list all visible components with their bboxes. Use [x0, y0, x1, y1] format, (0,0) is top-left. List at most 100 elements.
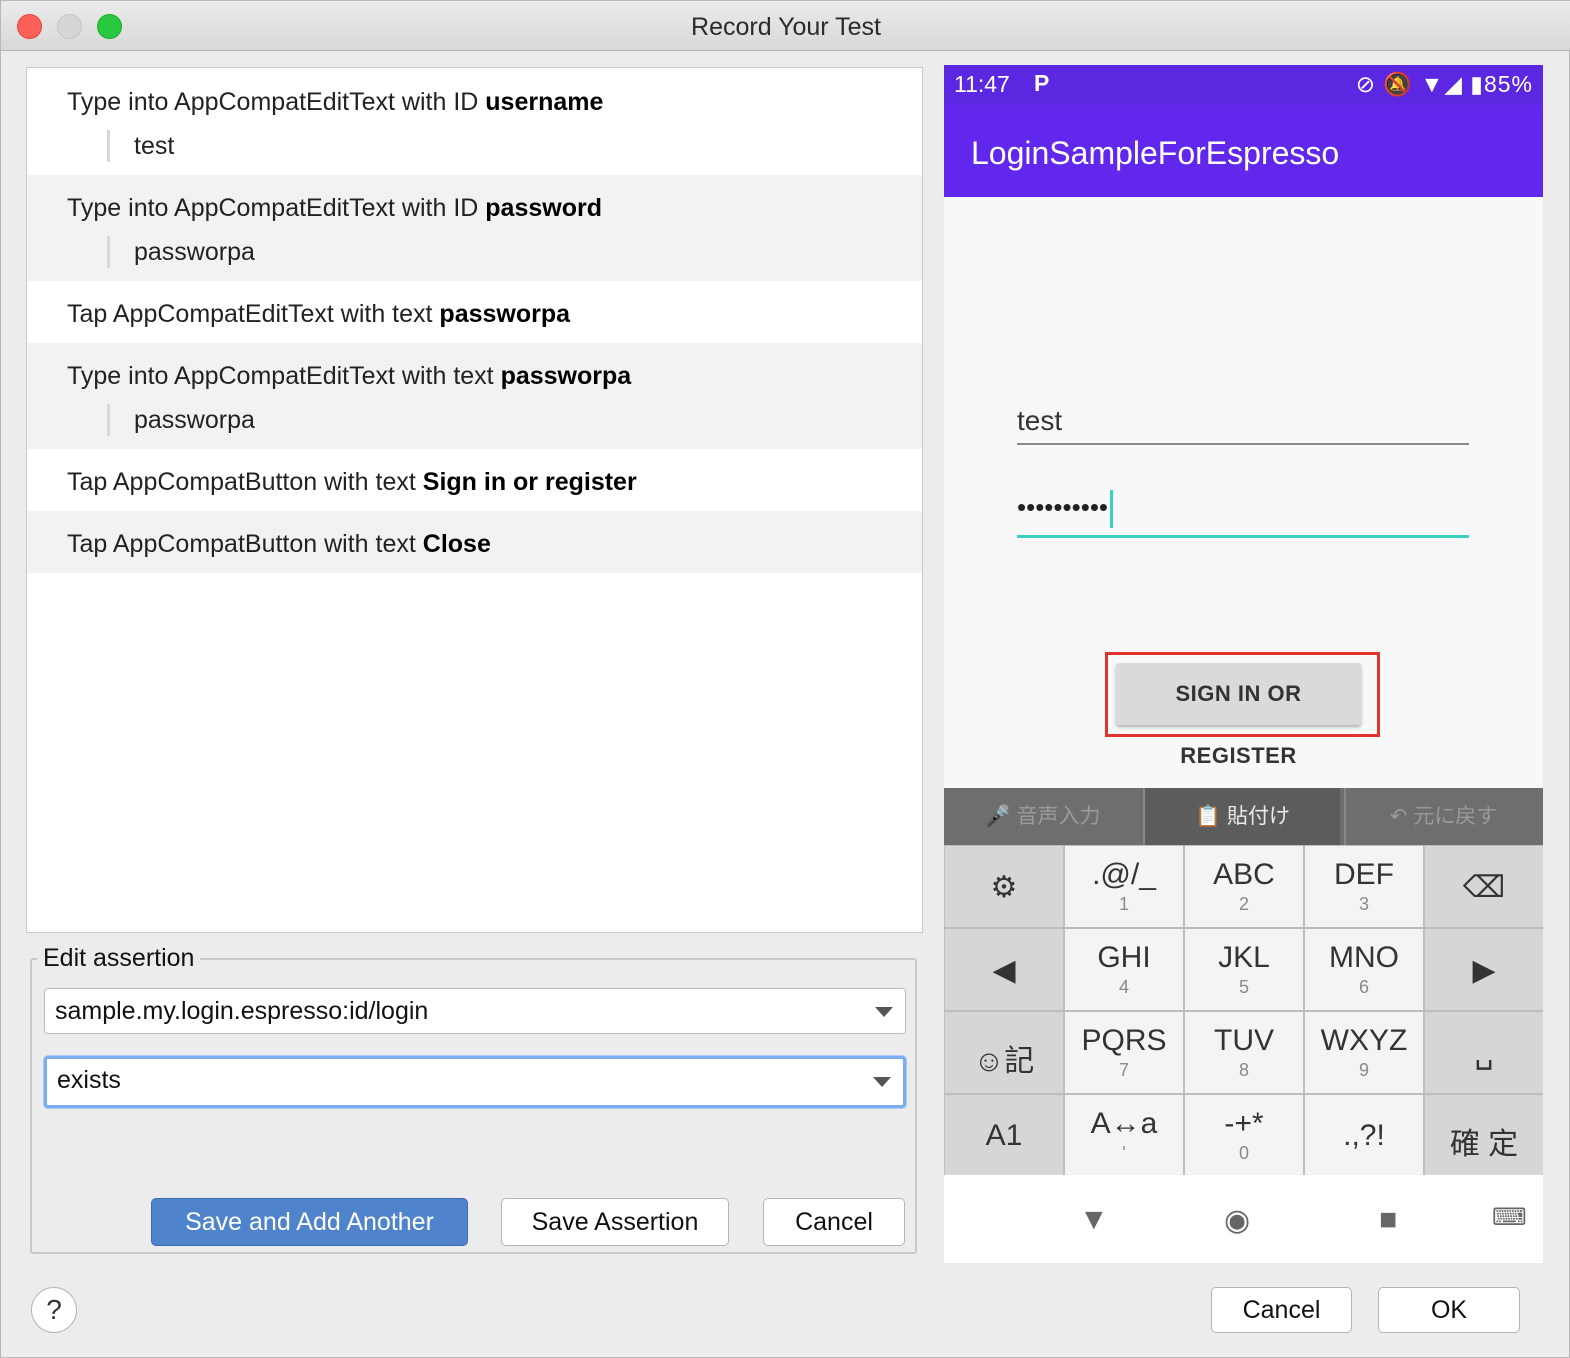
step-target: username [485, 88, 604, 116]
step-item[interactable]: Type into AppCompatEditText with ID pass… [27, 175, 922, 281]
undo-button[interactable]: ↶ 元に戻す [1344, 788, 1541, 845]
key-label: WXYZ [1320, 1024, 1408, 1057]
dialog-cancel-button[interactable]: Cancel [1211, 1287, 1352, 1333]
keyboard-key[interactable]: ⚙ [945, 846, 1063, 927]
step-target: password [485, 194, 602, 222]
step-target: passworpa [439, 300, 571, 328]
step-target: passworpa [500, 362, 632, 390]
recents-nav-icon[interactable]: ■ [1379, 1203, 1397, 1237]
keyboard-key[interactable]: A↔a ' [1065, 1095, 1183, 1176]
keyboard-key[interactable]: A1 [945, 1095, 1063, 1176]
key-label: A↔a [1090, 1107, 1158, 1140]
keyboard-key[interactable]: JKL 5 [1185, 929, 1303, 1010]
key-label: .@/_ [1092, 858, 1156, 891]
keyboard-key[interactable]: WXYZ 9 [1305, 1012, 1423, 1093]
keyboard-key[interactable]: TUV 8 [1185, 1012, 1303, 1093]
keyboard-key[interactable]: ▶ [1425, 929, 1543, 1010]
key-label: ⌫ [1462, 871, 1506, 904]
keyboard-toolbar: 🎤 音声入力 📋 貼付け ↶ 元に戻す [944, 788, 1543, 845]
step-item[interactable]: Tap AppCompatEditText with text passworp… [27, 281, 922, 343]
key-number: 4 [1118, 977, 1129, 997]
voice-input-button[interactable]: 🎤 音声入力 [944, 788, 1141, 845]
dropdown-arrow-icon [875, 1007, 893, 1017]
keyboard-key[interactable]: .,?! [1305, 1095, 1423, 1176]
key-label: ␣ [1474, 1037, 1494, 1070]
soft-keyboard: ⚙ .@/_ 1 ABC 2 DEF 3 ⌫ ◀ GHI 4 JKL 5 MNO 6 ▶ ☺記 PQRS 7 TUV 8… [944, 845, 1543, 1176]
key-label: -+* [1224, 1107, 1264, 1140]
status-time: 11:47 [954, 71, 1010, 97]
username-field[interactable]: test [1017, 405, 1469, 445]
assertion-condition-dropdown[interactable]: exists [44, 1056, 906, 1108]
help-button[interactable]: ? [31, 1287, 77, 1333]
key-label: DEF [1334, 858, 1394, 891]
dialog-ok-button[interactable]: OK [1378, 1287, 1520, 1333]
title-bar: Record Your Test [1, 1, 1570, 51]
step-action: Type into AppCompatEditText with ID [67, 88, 486, 116]
key-label: PQRS [1081, 1024, 1167, 1057]
keyboard-key[interactable]: 確 定 [1425, 1095, 1543, 1176]
record-test-dialog: Record Your Test Type into AppCompatEdit… [0, 0, 1570, 1358]
password-value: •••••••••• [1017, 491, 1109, 522]
step-target: Sign in or register [422, 468, 637, 496]
key-number: 2 [1238, 894, 1249, 914]
step-action: Tap AppCompatButton with text [67, 468, 423, 496]
key-number: 6 [1358, 977, 1369, 997]
keyboard-key[interactable]: ◀ [945, 929, 1063, 1010]
key-number: 9 [1358, 1060, 1369, 1080]
recorded-steps-list[interactable]: Type into AppCompatEditText with ID user… [26, 67, 923, 933]
password-field[interactable]: •••••••••• [1017, 490, 1469, 538]
step-action: Tap AppCompatEditText with text [67, 300, 440, 328]
paste-button[interactable]: 📋 貼付け [1143, 788, 1340, 845]
key-number: 5 [1238, 977, 1249, 997]
key-label: 確 定 [1449, 1128, 1519, 1161]
keyboard-key[interactable]: MNO 6 [1305, 929, 1423, 1010]
android-status-bar: 11:47 P ⊘ 🔕 ▼◢ ▮85% [944, 65, 1543, 105]
key-number: 8 [1238, 1060, 1249, 1080]
edit-assertion-legend: Edit assertion [37, 944, 201, 973]
back-nav-icon[interactable]: ▼ [1079, 1203, 1109, 1237]
keyboard-key[interactable]: ABC 2 [1185, 846, 1303, 927]
key-number: 1 [1118, 894, 1129, 914]
step-item[interactable]: Tap AppCompatButton with text Sign in or… [27, 449, 922, 511]
save-and-add-another-button[interactable]: Save and Add Another [151, 1198, 468, 1246]
keyboard-key[interactable]: ☺記 [945, 1012, 1063, 1093]
save-assertion-button[interactable]: Save Assertion [501, 1198, 729, 1246]
key-label: A1 [985, 1119, 1023, 1152]
keyboard-key[interactable]: DEF 3 [1305, 846, 1423, 927]
step-item[interactable]: Tap AppCompatButton with text Close [27, 511, 922, 573]
key-label: JKL [1218, 941, 1270, 974]
key-label: ABC [1213, 858, 1275, 891]
keyboard-key[interactable]: GHI 4 [1065, 929, 1183, 1010]
key-label: ⚙ [990, 871, 1018, 904]
step-item[interactable]: Type into AppCompatEditText with text pa… [27, 343, 922, 449]
keyboard-key[interactable]: -+* 0 [1185, 1095, 1303, 1176]
dropdown-arrow-icon [873, 1077, 891, 1087]
parking-icon: P [1034, 70, 1050, 96]
keyboard-key[interactable]: PQRS 7 [1065, 1012, 1183, 1093]
home-nav-icon[interactable]: ◉ [1224, 1203, 1250, 1238]
step-value: test [107, 130, 174, 162]
step-action: Type into AppCompatEditText with ID [67, 194, 486, 222]
assertion-cancel-button[interactable]: Cancel [763, 1198, 905, 1246]
keyboard-key[interactable]: .@/_ 1 [1065, 846, 1183, 927]
step-action: Type into AppCompatEditText with text [67, 362, 501, 390]
keyboard-key[interactable]: ⌫ [1425, 846, 1543, 927]
key-label: TUV [1214, 1024, 1274, 1057]
key-label: ▶ [1472, 954, 1496, 987]
window-title: Record Your Test [691, 13, 881, 41]
device-screen[interactable]: 11:47 P ⊘ 🔕 ▼◢ ▮85% LoginSampleForEspres… [944, 65, 1543, 1263]
sign-in-or-register-button[interactable]: SIGN IN OR REGISTER [1116, 663, 1361, 768]
step-action: Tap AppCompatButton with text [67, 530, 423, 558]
keyboard-key[interactable]: ␣ [1425, 1012, 1543, 1093]
keyboard-switch-icon[interactable]: ⌨ [1492, 1203, 1527, 1232]
key-label: GHI [1097, 941, 1151, 974]
key-number: 7 [1118, 1060, 1129, 1080]
assertion-condition-value: exists [57, 1066, 121, 1094]
view-selector-dropdown[interactable]: sample.my.login.espresso:id/login [44, 988, 906, 1034]
step-item[interactable]: Type into AppCompatEditText with ID user… [27, 68, 922, 175]
key-label: MNO [1329, 941, 1399, 974]
key-number: 0 [1238, 1143, 1249, 1163]
app-title: LoginSampleForEspresso [971, 135, 1340, 171]
android-nav-bar: ▼ ◉ ■ ⌨ [944, 1175, 1543, 1263]
key-label: .,?! [1343, 1119, 1385, 1152]
